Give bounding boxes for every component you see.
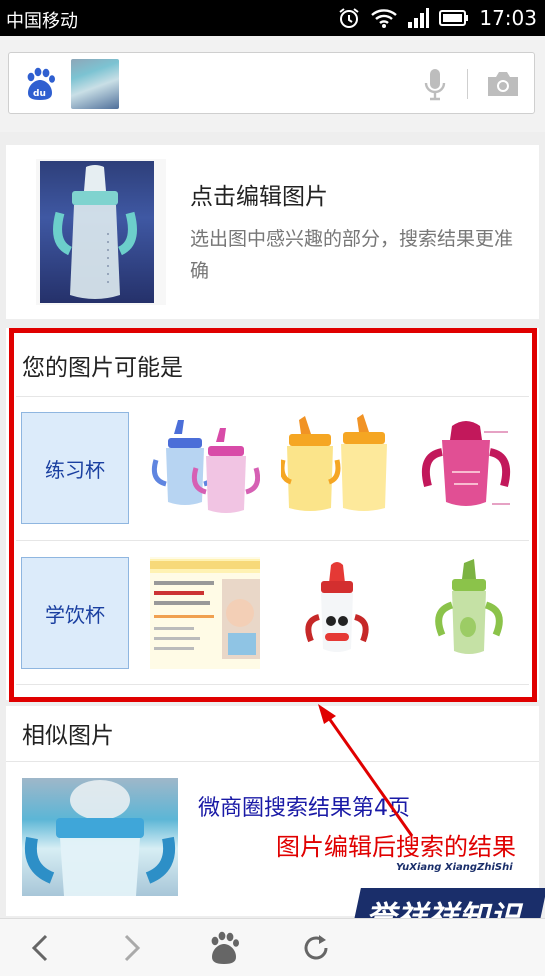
- bottle-picture: [53, 165, 137, 299]
- alarm-icon: [339, 8, 359, 28]
- edit-image-thumbnail[interactable]: [36, 159, 166, 305]
- guess-tag-2[interactable]: 学饮杯: [21, 557, 129, 669]
- status-bar: 中国移动 17:03: [0, 0, 545, 36]
- mickey-cup-picture: [305, 562, 369, 652]
- yellow-cups-picture: [279, 414, 387, 511]
- image-search-box[interactable]: du: [8, 52, 535, 114]
- search-divider: [467, 69, 468, 99]
- guess-tag-label: 学饮杯: [45, 602, 105, 627]
- edit-title: 点击编辑图片: [190, 184, 328, 210]
- advert-collage-picture: [150, 557, 260, 669]
- back-icon: [31, 934, 48, 962]
- clock: 17:03: [479, 6, 537, 30]
- guess-tag-1[interactable]: 练习杯: [21, 412, 129, 524]
- edit-description: 选出图中感兴趣的部分，搜索结果更准确: [190, 228, 514, 282]
- camera-icon[interactable]: [485, 69, 521, 99]
- carrier-name: 中国移动: [6, 11, 78, 32]
- status-icons: 17:03: [337, 6, 537, 30]
- guess-result-image[interactable]: [150, 412, 261, 524]
- guess-title: 您的图片可能是: [22, 355, 183, 381]
- green-cup-picture: [435, 559, 503, 654]
- svg-text:du: du: [33, 89, 46, 99]
- edit-image-card[interactable]: 点击编辑图片 选出图中感兴趣的部分，搜索结果更准确: [6, 145, 539, 319]
- forward-button[interactable]: [112, 931, 152, 965]
- forward-icon: [124, 934, 141, 962]
- divider: [16, 396, 529, 397]
- signal-icon: [408, 8, 430, 28]
- guess-result-image[interactable]: [412, 557, 522, 669]
- watermark-english: YuXiang XiangZhiShi: [396, 862, 513, 873]
- wifi-icon: [371, 9, 398, 28]
- microphone-icon[interactable]: [421, 67, 449, 101]
- divider: [16, 684, 529, 685]
- divider: [6, 761, 539, 762]
- bottom-navigation: [0, 918, 545, 976]
- annotation-text: 图片编辑后搜索的结果: [276, 833, 516, 861]
- guess-tag-label: 练习杯: [45, 457, 105, 482]
- back-button[interactable]: [20, 931, 60, 965]
- pink-cup-picture: [421, 421, 511, 506]
- refresh-button[interactable]: [296, 931, 336, 965]
- query-image-thumbnail[interactable]: [71, 59, 119, 109]
- similar-result-link[interactable]: 微商圈搜索结果第4页: [198, 790, 410, 822]
- refresh-icon: [304, 935, 328, 960]
- guess-result-image[interactable]: [150, 557, 260, 669]
- home-button[interactable]: [204, 931, 244, 965]
- blue-pink-cups-picture: [151, 420, 261, 513]
- guess-result-image[interactable]: [279, 412, 391, 524]
- similar-title: 相似图片: [22, 723, 114, 749]
- guess-result-image[interactable]: [281, 557, 391, 669]
- guess-result-image[interactable]: [412, 412, 522, 524]
- baidu-paw-icon[interactable]: du: [23, 67, 57, 101]
- guess-card: 您的图片可能是 练习杯 学饮杯: [6, 328, 539, 700]
- bottle-closeup-picture: [25, 780, 175, 896]
- battery-icon: [439, 10, 469, 26]
- divider: [16, 540, 529, 541]
- baidu-home-icon: [211, 931, 239, 964]
- similar-image-thumbnail[interactable]: [22, 778, 178, 896]
- search-header: du: [0, 36, 545, 132]
